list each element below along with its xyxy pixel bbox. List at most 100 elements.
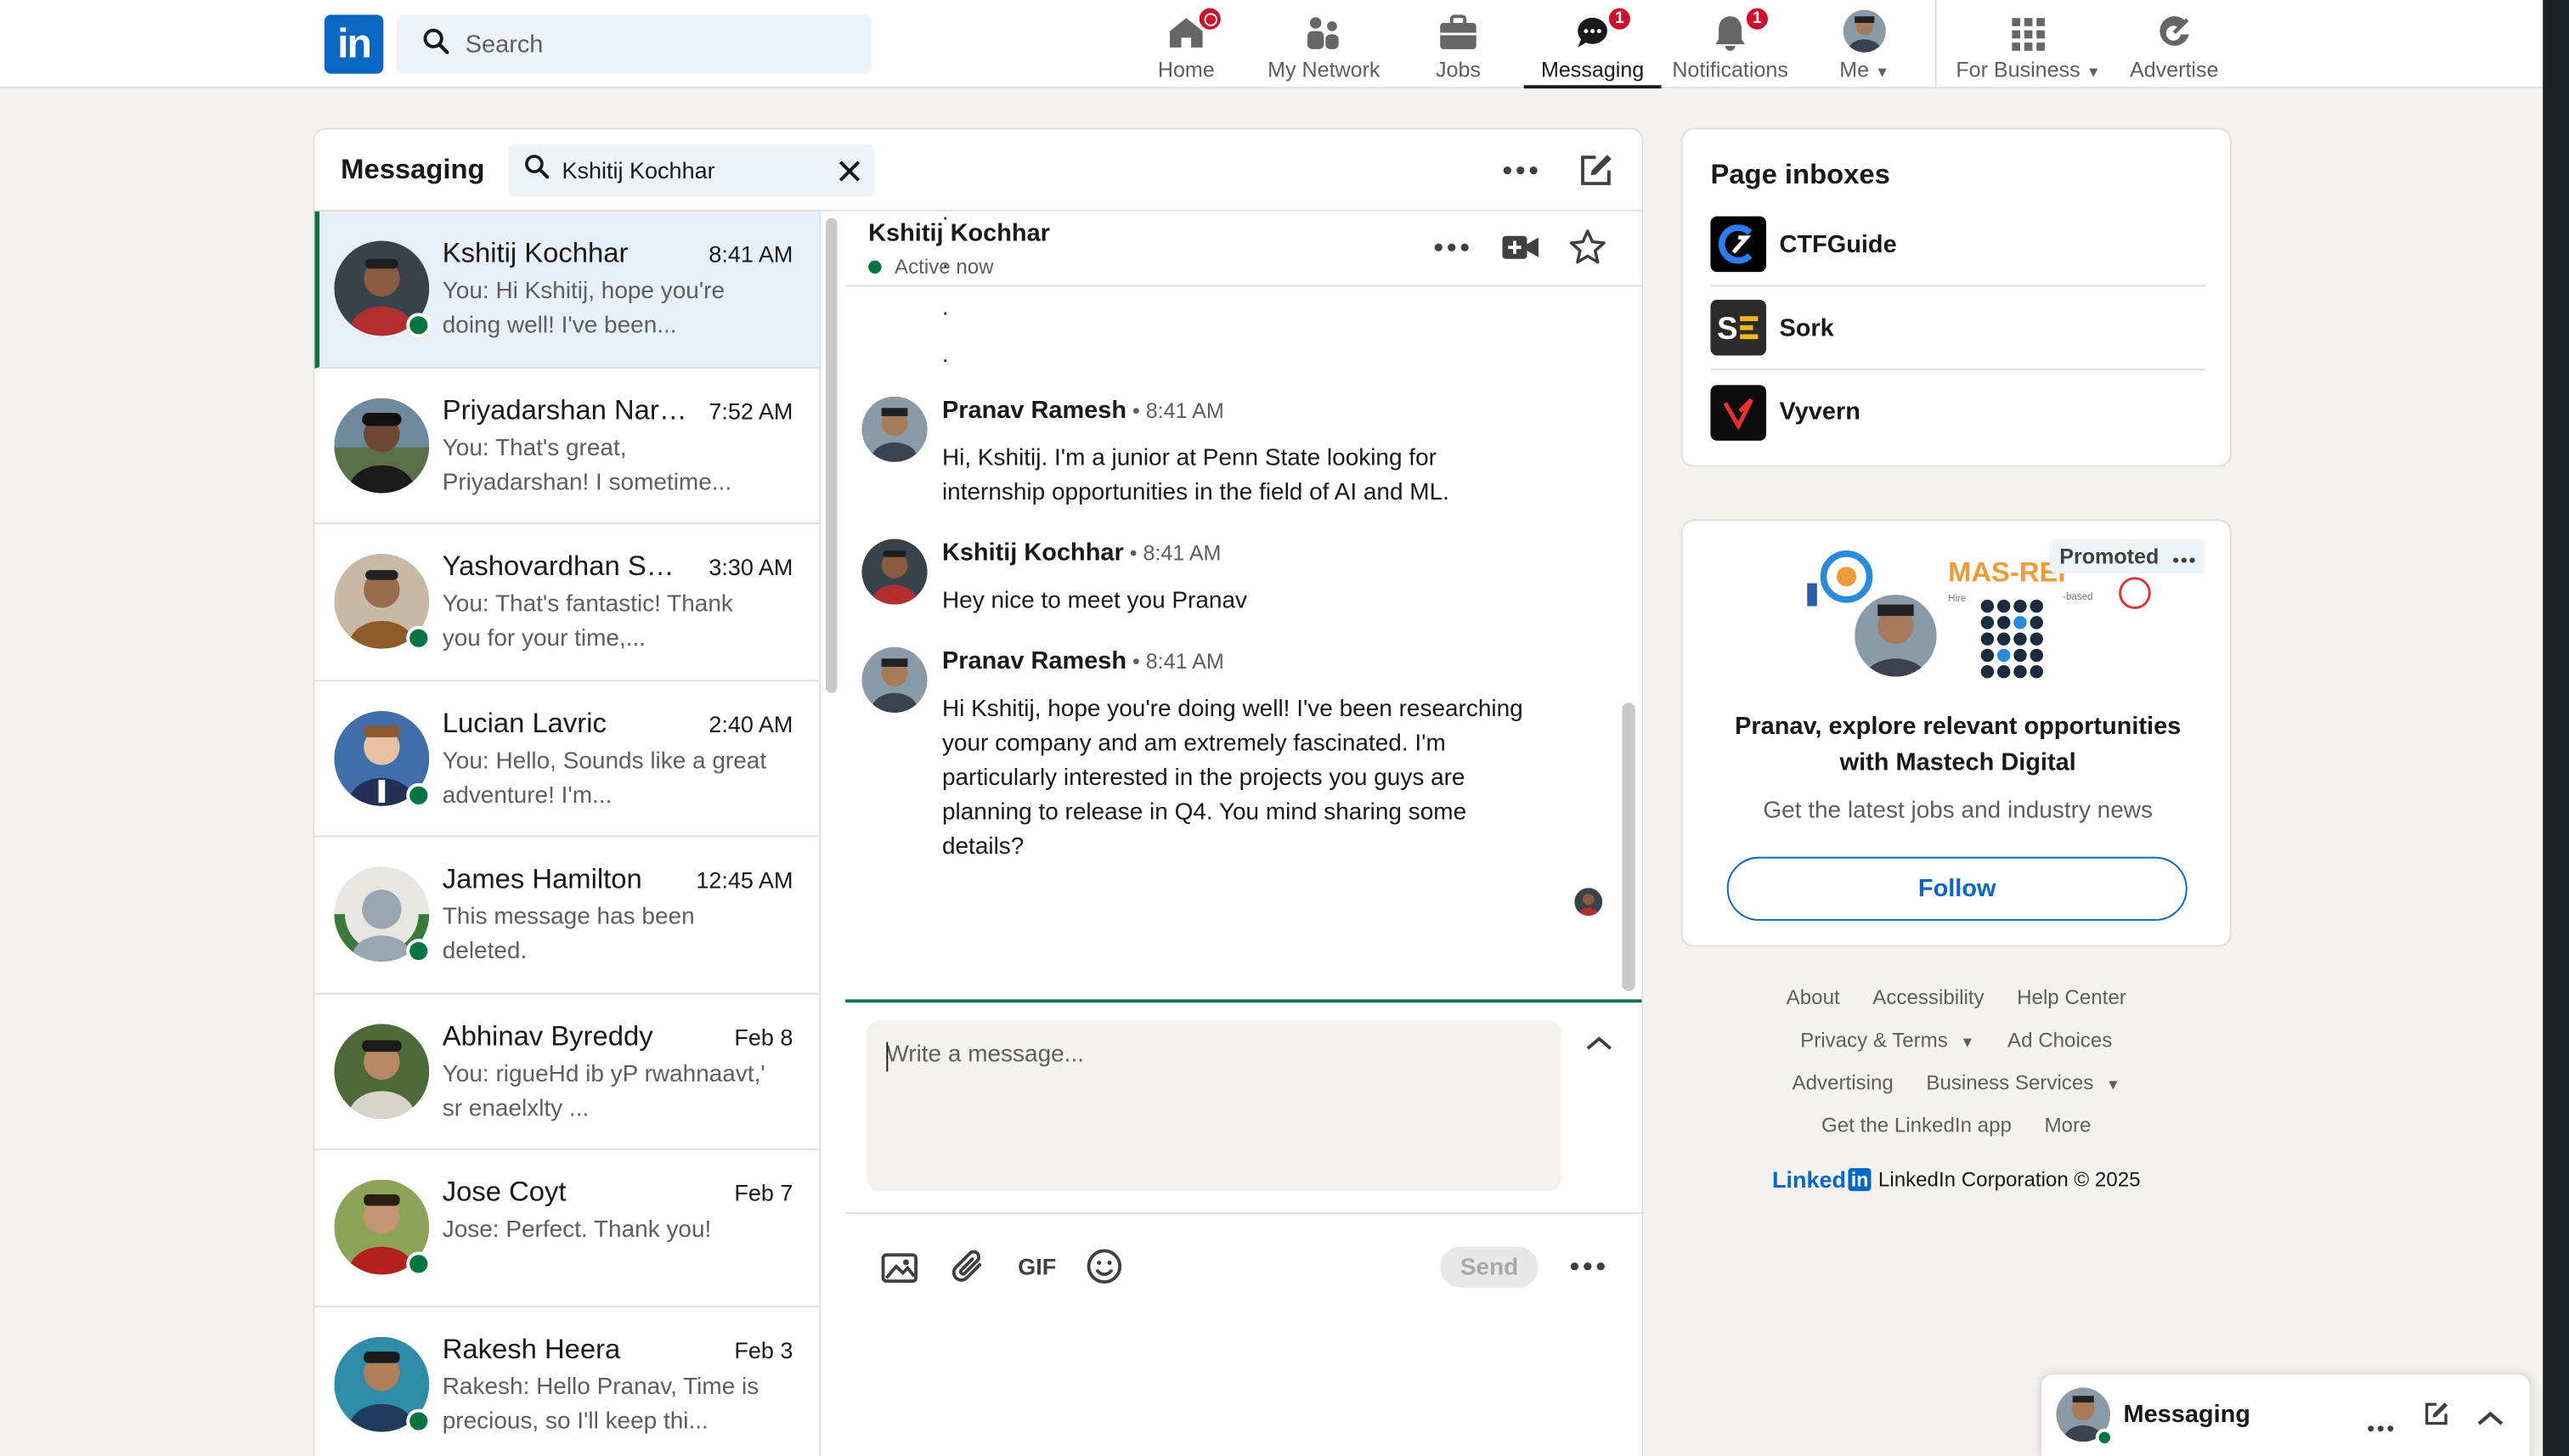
footer-link[interactable]: Privacy & Terms ▼ bbox=[1800, 1029, 1974, 1052]
follow-button[interactable]: Follow bbox=[1726, 856, 2188, 921]
nav-advertise-label: Advertise bbox=[2129, 57, 2219, 82]
footer-link[interactable]: Ad Choices bbox=[2007, 1029, 2112, 1052]
messaging-overlay-bar[interactable]: Messaging bbox=[2040, 1373, 2532, 1456]
chevron-down-icon: ▼ bbox=[1960, 1033, 1975, 1051]
home-badge bbox=[1197, 6, 1222, 31]
conversation-item[interactable]: James Hamilton 12:45 AM This message has… bbox=[314, 838, 820, 994]
sork-logo: S bbox=[1710, 299, 1767, 356]
nav-notifications[interactable]: 1 Notifications bbox=[1668, 6, 1793, 88]
conversation-time: 12:45 AM bbox=[696, 866, 793, 894]
message-text: Hey nice to meet you Pranav bbox=[941, 588, 1248, 615]
image-icon[interactable] bbox=[880, 1247, 919, 1286]
footer-link[interactable]: About bbox=[1787, 986, 1840, 1009]
conversation-item[interactable]: Yashovardhan Sardana 3:30 AM You: That's… bbox=[314, 524, 820, 681]
messaging-icon: 1 bbox=[1572, 6, 1632, 53]
message-time: • 8:41 AM bbox=[1123, 540, 1222, 566]
conversation-list-scrollbar[interactable] bbox=[826, 217, 838, 693]
footer-link[interactable]: Help Center bbox=[2017, 986, 2126, 1009]
page-inbox-name: Vyvern bbox=[1779, 398, 1860, 426]
thread-header: Kshitij Kochhar Active now bbox=[845, 212, 1642, 287]
conversation-item[interactable]: Priyadarshan Narasimhan 7:52 AM You: Tha… bbox=[314, 368, 820, 525]
search-icon bbox=[423, 27, 449, 62]
conversation-item[interactable]: Lucian Lavric 2:40 AM You: Hello, Sounds… bbox=[314, 680, 820, 838]
footer-link[interactable]: Business Services ▼ bbox=[1926, 1071, 2120, 1094]
conversation-item[interactable]: Jose Coyt Feb 7 Jose: Perfect. Thank you… bbox=[314, 1150, 820, 1307]
ellipsis-line: . bbox=[941, 293, 949, 320]
global-search-input[interactable]: Search bbox=[396, 14, 872, 74]
nav-me[interactable]: Me ▼ bbox=[1835, 7, 1894, 88]
video-call-icon[interactable] bbox=[1499, 226, 1542, 268]
message-sender: Pranav Ramesh • 8:41 AM bbox=[941, 646, 1224, 675]
page-inbox-item[interactable]: Vyvern bbox=[1710, 370, 2205, 454]
avatar[interactable] bbox=[861, 646, 928, 713]
footer-link[interactable]: Get the LinkedIn app bbox=[1821, 1114, 2012, 1137]
thread-scrollbar[interactable] bbox=[1622, 703, 1635, 991]
online-indicator bbox=[406, 939, 432, 964]
expand-composer-icon[interactable] bbox=[1586, 1030, 1612, 1060]
conversation-search-value: Kshitij Kochhar bbox=[562, 157, 715, 184]
seen-receipt-avatar bbox=[1574, 888, 1603, 917]
compose-icon[interactable] bbox=[2423, 1401, 2449, 1436]
nav-my-network[interactable]: My Network bbox=[1265, 7, 1383, 88]
nav-for-business[interactable]: For Business ▼ bbox=[1953, 7, 2103, 88]
chevron-down-icon: ▼ bbox=[2086, 64, 2101, 81]
nav-jobs[interactable]: Jobs bbox=[1429, 7, 1488, 88]
nav-me-label: Me ▼ bbox=[1839, 57, 1890, 82]
thread-contact-name[interactable]: Kshitij Kochhar bbox=[868, 219, 1050, 247]
message-sender: Pranav Ramesh • 8:41 AM bbox=[941, 396, 1224, 425]
footer-link[interactable]: More bbox=[2044, 1114, 2091, 1137]
clear-search-icon[interactable] bbox=[838, 160, 861, 181]
conversation-item[interactable]: Rakesh Heera Feb 3 Rakesh: Hello Pranav,… bbox=[314, 1306, 819, 1456]
conversation-time: Feb 7 bbox=[734, 1179, 793, 1206]
nav-messaging-label: Messaging bbox=[1540, 57, 1645, 82]
more-options-icon[interactable] bbox=[1431, 226, 1473, 268]
conversation-item[interactable]: Kshitij Kochhar 8:41 AM You: Hi Kshitij,… bbox=[314, 211, 820, 368]
nav-notifications-label: Notifications bbox=[1672, 57, 1788, 82]
conversation-time: 7:52 AM bbox=[709, 397, 793, 424]
promoted-label: Promoted bbox=[2049, 539, 2205, 574]
message-time: • 8:41 AM bbox=[1126, 648, 1224, 674]
grid-icon bbox=[2010, 7, 2046, 53]
message-thread: Kshitij Kochhar Active now . . . . Prana… bbox=[845, 198, 1642, 1456]
conversation-search-input[interactable]: Kshitij Kochhar bbox=[507, 144, 875, 197]
nav-advertise[interactable]: Advertise bbox=[2126, 7, 2222, 88]
message-text: Hi Kshitij, hope you're doing well! I've… bbox=[941, 696, 1523, 861]
avatar bbox=[334, 397, 430, 493]
chevron-up-icon[interactable] bbox=[2477, 1406, 2504, 1436]
footer-link[interactable]: Accessibility bbox=[1872, 986, 1984, 1009]
avatar[interactable] bbox=[861, 396, 928, 462]
page-inbox-item[interactable]: CTFGuide bbox=[1710, 203, 2205, 287]
conversation-name: Rakesh Heera bbox=[442, 1332, 621, 1364]
conversation-name: Kshitij Kochhar bbox=[442, 237, 629, 269]
chevron-down-icon: ▼ bbox=[2105, 1076, 2120, 1093]
conversation-name: Priyadarshan Narasimhan bbox=[442, 393, 689, 426]
conversation-name: Jose Coyt bbox=[442, 1176, 567, 1208]
conversation-name: Lucian Lavric bbox=[442, 707, 607, 738]
ad-subtext: Get the latest jobs and industry news bbox=[1763, 798, 2153, 825]
messaging-title: Messaging bbox=[341, 154, 485, 185]
linkedin-logo[interactable]: in bbox=[324, 14, 384, 74]
more-options-icon[interactable] bbox=[2368, 1411, 2394, 1441]
compose-icon[interactable] bbox=[1574, 150, 1617, 192]
attachment-icon[interactable] bbox=[949, 1247, 988, 1286]
nav-home[interactable]: Home bbox=[1150, 6, 1222, 88]
page-inbox-item[interactable]: S Sork bbox=[1710, 287, 2205, 370]
more-options-icon[interactable] bbox=[1499, 150, 1542, 192]
nav-jobs-label: Jobs bbox=[1435, 57, 1481, 82]
online-indicator bbox=[406, 1251, 432, 1277]
network-icon bbox=[1304, 7, 1343, 53]
nav-messaging[interactable]: 1 Messaging bbox=[1523, 6, 1662, 89]
emoji-icon[interactable] bbox=[1085, 1247, 1124, 1286]
footer-link[interactable]: Advertising bbox=[1793, 1071, 1894, 1094]
avatar[interactable] bbox=[861, 539, 928, 605]
message-input[interactable]: Write a message... bbox=[867, 1020, 1561, 1192]
send-button[interactable]: Send bbox=[1440, 1246, 1539, 1288]
composer-options-icon[interactable] bbox=[1568, 1247, 1607, 1286]
conversation-item[interactable]: Abhinav Byreddy Feb 8 You: rigueHd ib yP… bbox=[314, 994, 820, 1150]
footer: About Accessibility Help Center Privacy … bbox=[1681, 976, 2232, 1193]
composer-toolbar: GIF Send bbox=[845, 1212, 1642, 1311]
star-icon[interactable] bbox=[1567, 226, 1609, 268]
ad-options-icon[interactable] bbox=[2172, 544, 2195, 568]
notifications-badge: 1 bbox=[1744, 6, 1770, 31]
gif-button[interactable]: GIF bbox=[1016, 1247, 1059, 1286]
